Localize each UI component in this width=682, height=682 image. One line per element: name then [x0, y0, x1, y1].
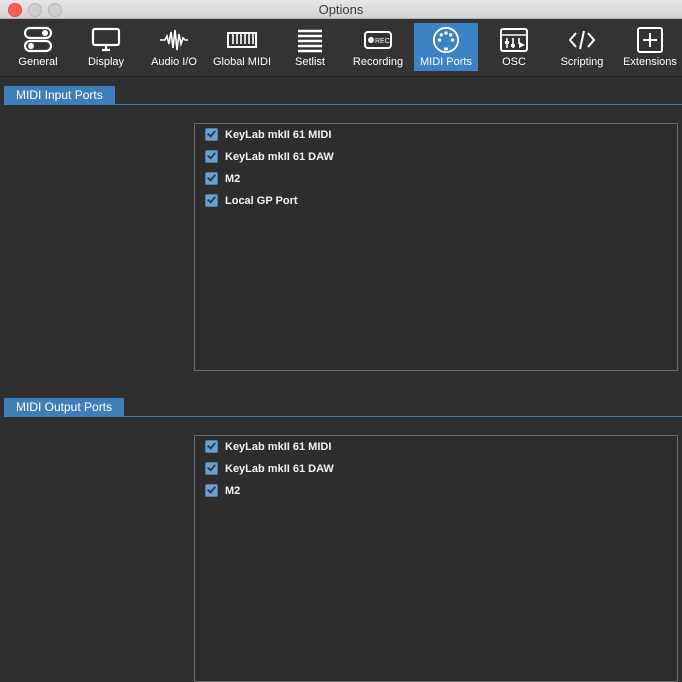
- list-item[interactable]: KeyLab mkII 61 MIDI: [205, 438, 331, 456]
- list-item[interactable]: M2: [205, 482, 240, 500]
- list-item[interactable]: M2: [205, 170, 240, 188]
- tab-label: MIDI Ports: [420, 56, 472, 68]
- list-icon: [298, 29, 322, 53]
- midi-input-port-list[interactable]: KeyLab mkII 61 MIDI KeyLab mkII 61 DAW M…: [194, 123, 678, 371]
- divider: [4, 104, 682, 105]
- preferences-toolbar: General Display Audio I/O Global MIDI Se…: [0, 19, 682, 77]
- osc-icon: [500, 28, 528, 52]
- tab-setlist[interactable]: Setlist: [286, 23, 334, 71]
- list-item[interactable]: KeyLab mkII 61 DAW: [205, 460, 334, 478]
- port-label: Local GP Port: [225, 195, 298, 207]
- port-label: M2: [225, 485, 241, 497]
- midi-din-icon: [432, 26, 460, 54]
- checkbox[interactable]: [205, 483, 218, 497]
- tab-label: Recording: [352, 56, 404, 68]
- port-label: KeyLab mkII 61 MIDI: [225, 441, 332, 453]
- tab-label: Setlist: [295, 56, 325, 68]
- port-label: KeyLab mkII 61 MIDI: [225, 129, 332, 141]
- port-label: KeyLab mkII 61 DAW: [225, 463, 334, 475]
- port-label: KeyLab mkII 61 DAW: [225, 151, 334, 163]
- midi-input-section-title: MIDI Input Ports: [4, 86, 115, 104]
- tab-label: General: [18, 56, 58, 68]
- checkbox[interactable]: [205, 193, 218, 207]
- tab-audio-io[interactable]: Audio I/O: [146, 23, 202, 71]
- tab-scripting[interactable]: Scripting: [554, 23, 610, 71]
- midi-ports-panel: MIDI Input Ports KeyLab mkII 61 MIDI Key…: [0, 77, 682, 682]
- midi-output-port-list[interactable]: KeyLab mkII 61 MIDI KeyLab mkII 61 DAW M…: [194, 435, 678, 682]
- window-title: Options: [318, 2, 364, 17]
- monitor-icon: [91, 27, 121, 52]
- tab-recording[interactable]: REC Recording: [350, 23, 406, 71]
- title-bar: Options: [0, 0, 682, 19]
- checkbox[interactable]: [205, 127, 218, 141]
- keyboard-icon: [227, 32, 257, 48]
- checkbox[interactable]: [205, 439, 218, 453]
- list-item[interactable]: Local GP Port: [205, 192, 298, 210]
- checkbox[interactable]: [205, 149, 218, 163]
- checkbox[interactable]: [205, 461, 218, 475]
- toggle-icon: [23, 26, 53, 53]
- tab-label: Display: [87, 56, 125, 68]
- tab-osc[interactable]: OSC: [492, 23, 536, 71]
- tab-extensions[interactable]: Extensions: [620, 23, 680, 71]
- tab-label: Scripting: [560, 56, 604, 68]
- tab-label: OSC: [502, 56, 526, 68]
- waveform-icon: [160, 29, 188, 51]
- midi-output-section-title: MIDI Output Ports: [4, 398, 125, 416]
- code-icon: [568, 30, 596, 50]
- checkbox[interactable]: [205, 171, 218, 185]
- tab-label: Audio I/O: [151, 56, 197, 68]
- tab-global-midi[interactable]: Global MIDI: [212, 23, 272, 71]
- plus-box-icon: [637, 27, 663, 53]
- port-label: M2: [225, 173, 241, 185]
- rec-badge-text: REC: [375, 38, 390, 45]
- tab-display[interactable]: Display: [79, 23, 133, 71]
- list-item[interactable]: KeyLab mkII 61 DAW: [205, 148, 334, 166]
- divider: [4, 416, 682, 417]
- tab-label: Global MIDI: [212, 56, 272, 68]
- tab-midi-ports[interactable]: MIDI Ports: [414, 23, 478, 71]
- tab-label: Extensions: [623, 56, 677, 68]
- list-item[interactable]: KeyLab mkII 61 MIDI: [205, 126, 331, 144]
- tab-general[interactable]: General: [10, 23, 66, 71]
- rec-icon: REC: [364, 31, 392, 49]
